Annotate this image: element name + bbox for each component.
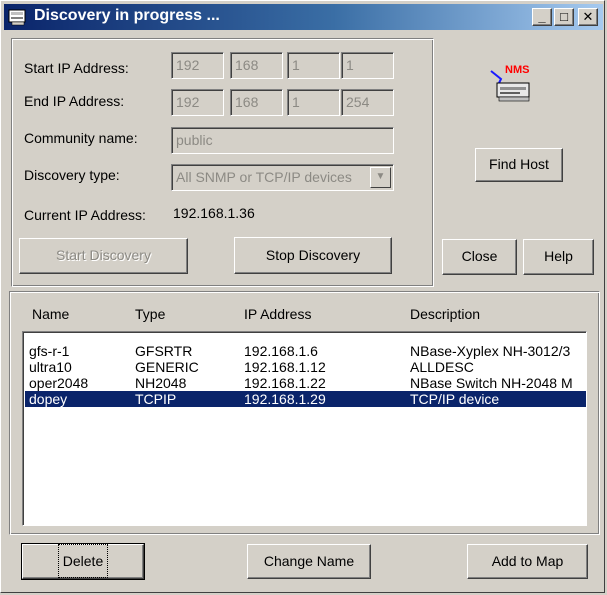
maximize-button[interactable]: □ — [554, 8, 574, 26]
row-name: ultra10 — [29, 359, 72, 375]
title-bar[interactable]: Discovery in progress ... _ □ ✕ — [4, 4, 603, 30]
start-ip-label: Start IP Address: — [24, 60, 129, 76]
row-ip: 192.168.1.29 — [244, 391, 326, 407]
row-type: TCPIP — [135, 391, 177, 407]
close-label: Close — [461, 248, 498, 264]
row-type: GENERIC — [135, 359, 199, 375]
end-ip-octet-3[interactable]: 1 — [287, 89, 340, 116]
start-discovery-label: Start Discovery — [56, 247, 151, 263]
stop-discovery-button[interactable]: Stop Discovery — [234, 237, 392, 274]
column-header-ip: IP Address — [244, 306, 312, 322]
find-host-button[interactable]: Find Host — [475, 148, 563, 182]
window-title: Discovery in progress ... — [34, 7, 220, 24]
start-discovery-button[interactable]: Start Discovery — [19, 238, 188, 274]
start-ip-octet-3[interactable]: 1 — [287, 52, 340, 79]
chevron-down-icon[interactable]: ▼ — [370, 167, 391, 188]
nms-logo-text: NMS — [505, 64, 529, 76]
current-ip-label: Current IP Address: — [24, 207, 146, 223]
start-ip-octet-1[interactable]: 192 — [171, 52, 224, 79]
stop-discovery-label: Stop Discovery — [265, 247, 361, 263]
current-ip-value: 192.168.1.36 — [173, 205, 255, 221]
column-header-description: Description — [410, 306, 481, 322]
row-description: NBase-Xyplex NH-3012/3 — [410, 343, 571, 359]
row-type: GFSRTR — [135, 343, 193, 359]
end-ip-octet-1[interactable]: 192 — [171, 89, 224, 116]
add-to-map-label: Add to Map — [491, 553, 564, 569]
start-ip-octet-4[interactable]: 1 — [341, 52, 394, 79]
end-ip-octet-2[interactable]: 168 — [230, 89, 283, 116]
row-type: NH2048 — [135, 375, 187, 391]
end-ip-label: End IP Address: — [24, 93, 125, 109]
find-host-label: Find Host — [489, 156, 549, 172]
row-description: NBase Switch NH-2048 M — [410, 375, 573, 391]
community-name-input[interactable]: public — [171, 127, 394, 154]
discovery-type-label: Discovery type: — [24, 167, 120, 183]
close-icon: ✕ — [582, 9, 594, 24]
discovered-devices-list[interactable]: gfs-r-1 GFSRTR 192.168.1.6 NBase-Xyplex … — [22, 331, 587, 526]
table-row[interactable]: ultra10 GENERIC 192.168.1.12 ALLDESC — [25, 359, 586, 375]
delete-button[interactable]: Delete — [21, 543, 145, 580]
change-name-button[interactable]: Change Name — [247, 544, 371, 579]
discovery-dialog: Discovery in progress ... _ □ ✕ Start IP… — [0, 0, 605, 593]
table-row-selected[interactable]: dopey TCPIP 192.168.1.29 TCP/IP device — [25, 391, 586, 407]
minimize-icon: _ — [538, 9, 546, 24]
minimize-button[interactable]: _ — [532, 8, 552, 26]
column-header-name: Name — [32, 306, 70, 322]
close-window-button[interactable]: ✕ — [578, 8, 598, 26]
app-icon — [8, 9, 26, 26]
help-label: Help — [544, 248, 573, 264]
discovery-type-value: All SNMP or TCP/IP devices — [176, 169, 352, 185]
delete-label: Delete — [57, 544, 109, 578]
row-description: TCP/IP device — [410, 391, 500, 407]
row-ip: 192.168.1.22 — [244, 375, 326, 391]
maximize-icon: □ — [560, 9, 568, 24]
column-header-type: Type — [135, 306, 166, 322]
help-button[interactable]: Help — [523, 239, 594, 275]
start-ip-octet-2[interactable]: 168 — [230, 52, 283, 79]
row-name: oper2048 — [29, 375, 89, 391]
row-ip: 192.168.1.6 — [244, 343, 318, 359]
end-ip-octet-4[interactable]: 254 — [341, 89, 394, 116]
row-description: ALLDESC — [410, 359, 474, 375]
row-name: dopey — [29, 391, 68, 407]
table-row[interactable]: gfs-r-1 GFSRTR 192.168.1.6 NBase-Xyplex … — [25, 343, 586, 359]
row-name: gfs-r-1 — [29, 343, 70, 359]
row-ip: 192.168.1.12 — [244, 359, 326, 375]
nms-logo-icon: NMS — [490, 64, 530, 102]
table-row[interactable]: oper2048 NH2048 192.168.1.22 NBase Switc… — [25, 375, 586, 391]
community-name-label: Community name: — [24, 130, 138, 146]
change-name-label: Change Name — [263, 553, 355, 569]
discovery-type-select[interactable]: All SNMP or TCP/IP devices ▼ — [171, 164, 394, 191]
close-button[interactable]: Close — [442, 239, 517, 275]
add-to-map-button[interactable]: Add to Map — [467, 544, 588, 579]
